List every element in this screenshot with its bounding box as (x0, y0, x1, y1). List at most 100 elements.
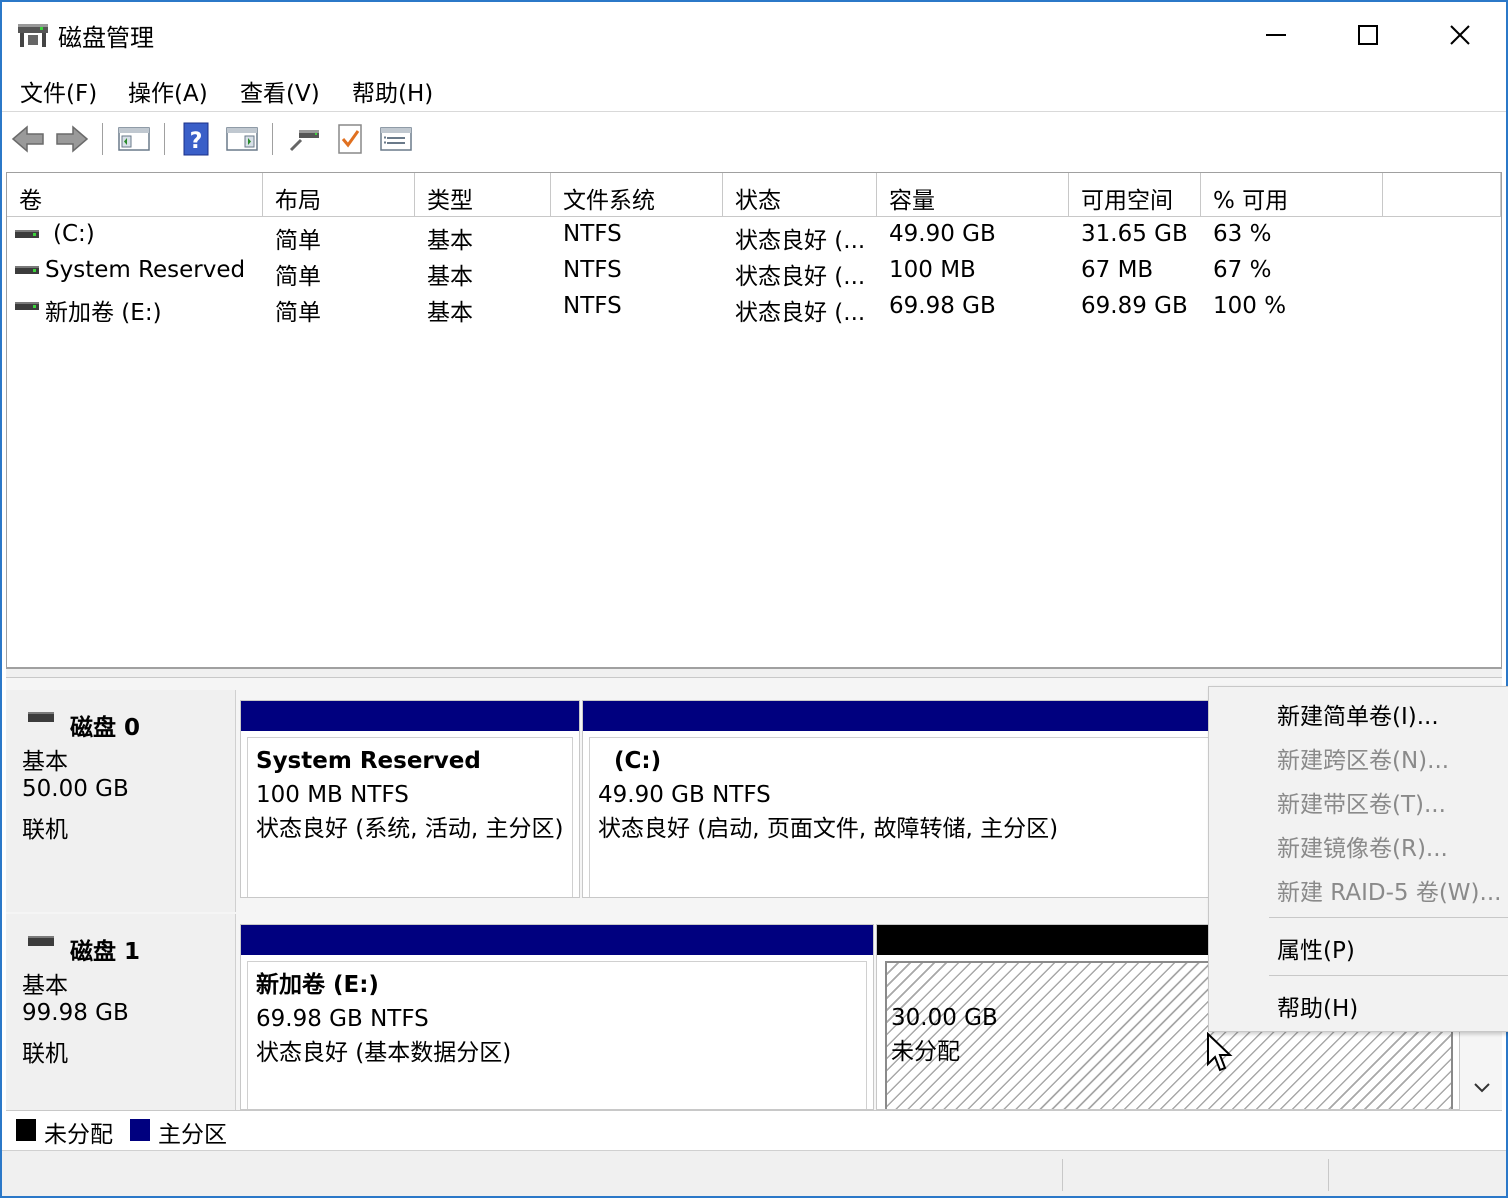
column-header-status[interactable]: 状态 (723, 173, 877, 217)
disk-title: 磁盘 0 (70, 715, 141, 741)
menu-item-new-striped-volume[interactable]: 新建带区卷(T)... (1277, 785, 1446, 819)
menu-item-new-simple-volume[interactable]: 新建简单卷(I)... (1277, 697, 1439, 731)
cell-percent-free: 100 % (1213, 293, 1287, 319)
cell-free-space: 31.65 GB (1081, 221, 1188, 247)
show-hide-console-tree-button[interactable] (114, 121, 154, 157)
cell-type: 基本 (427, 300, 473, 326)
partition-size-fs: 69.98 GB NTFS (256, 1006, 429, 1032)
menu-item-new-spanned-volume[interactable]: 新建跨区卷(N)... (1277, 741, 1449, 775)
partition-name: 新加卷 (E:) (256, 972, 379, 998)
forward-button[interactable] (52, 121, 92, 157)
toolbar-separator (164, 123, 165, 155)
table-row[interactable]: 新加卷 (E:) 简单 基本 NTFS 状态良好 (... 69.98 GB 6… (7, 289, 1501, 326)
cell-layout: 简单 (275, 300, 321, 326)
mouse-cursor-icon (1207, 1032, 1233, 1072)
column-header-layout[interactable]: 布局 (263, 173, 415, 217)
cell-status: 状态良好 (... (735, 264, 866, 290)
menu-help[interactable]: 帮助(H) (348, 74, 437, 108)
connect-virtual-disk-button[interactable] (284, 121, 324, 157)
legend-label-unallocated: 未分配 (44, 1122, 113, 1148)
table-row[interactable]: (C:) 简单 基本 NTFS 状态良好 (... 49.90 GB 31.65… (7, 217, 1501, 254)
disk-0-info[interactable]: 磁盘 0 基本 50.00 GB 联机 (6, 690, 236, 912)
column-header-empty (1383, 173, 1501, 217)
partition-details: 新加卷 (E:) 69.98 GB NTFS 状态良好 (基本数据分区) (247, 961, 867, 1109)
table-row[interactable]: System Reserved 简单 基本 NTFS 状态良好 (... 100… (7, 253, 1501, 290)
title-bar[interactable]: 磁盘管理 (2, 2, 1506, 68)
disk-status: 联机 (22, 1041, 68, 1067)
partition-status: 状态良好 (系统, 活动, 主分区) (256, 816, 564, 842)
maximize-icon (1358, 25, 1378, 45)
menu-file[interactable]: 文件(F) (16, 74, 101, 108)
volume-list[interactable]: 卷 布局 类型 文件系统 状态 容量 可用空间 % 可用 (C:) 简单 基本 … (6, 172, 1502, 668)
column-header-percent-free[interactable]: % 可用 (1201, 173, 1383, 217)
rescan-disks-button[interactable] (330, 121, 370, 157)
forward-arrow-icon (56, 125, 89, 153)
column-header-volume[interactable]: 卷 (7, 173, 263, 217)
minimize-icon (1266, 34, 1286, 36)
partition-e[interactable]: 新加卷 (E:) 69.98 GB NTFS 状态良好 (基本数据分区) (240, 924, 874, 1110)
disk-icon (28, 712, 54, 722)
disk-type: 基本 (22, 749, 68, 775)
close-button[interactable] (1414, 2, 1506, 68)
disk-management-window: 磁盘管理 文件(F) 操作(A) 查看(V) 帮助(H) ? 卷 布局 类型 文… (0, 0, 1508, 1198)
volume-icon (15, 266, 39, 274)
partition-color-bar (241, 701, 579, 731)
cell-percent-free: 67 % (1213, 257, 1272, 283)
maximize-button[interactable] (1322, 2, 1414, 68)
cell-layout: 简单 (275, 264, 321, 290)
legend-label-primary: 主分区 (158, 1122, 227, 1148)
disk-icon (28, 936, 54, 946)
volume-icon (15, 302, 39, 310)
menu-item-help[interactable]: 帮助(H) (1277, 989, 1358, 1023)
disk-size: 50.00 GB (22, 776, 129, 802)
cell-status: 状态良好 (... (735, 300, 866, 326)
cell-layout: 简单 (275, 228, 321, 254)
status-bar (2, 1150, 1506, 1196)
menu-action[interactable]: 操作(A) (124, 74, 212, 108)
column-header-free-space[interactable]: 可用空间 (1069, 173, 1201, 217)
legend-swatch-primary (130, 1119, 150, 1141)
show-hide-action-pane-button[interactable] (222, 121, 262, 157)
properties-icon (380, 127, 412, 151)
menu-item-new-raid5-volume[interactable]: 新建 RAID-5 卷(W)... (1277, 873, 1501, 907)
menu-separator (1269, 917, 1508, 918)
partition-name: System Reserved (256, 748, 481, 774)
partition-status: 未分配 (891, 1039, 960, 1065)
context-menu: 新建简单卷(I)... 新建跨区卷(N)... 新建带区卷(T)... 新建镜像… (1208, 686, 1508, 1032)
menu-item-properties[interactable]: 属性(P) (1277, 931, 1355, 965)
column-header-type[interactable]: 类型 (415, 173, 551, 217)
cell-status: 状态良好 (... (735, 228, 866, 254)
disk-1-info[interactable]: 磁盘 1 基本 99.98 GB 联机 (6, 914, 236, 1136)
disk-title: 磁盘 1 (70, 939, 141, 965)
partition-status: 状态良好 (基本数据分区) (256, 1040, 512, 1066)
connect-icon (289, 130, 319, 152)
menu-bar: 文件(F) 操作(A) 查看(V) 帮助(H) (2, 68, 1506, 112)
partition-system-reserved[interactable]: System Reserved 100 MB NTFS 状态良好 (系统, 活动… (240, 700, 580, 898)
help-button[interactable]: ? (176, 121, 216, 157)
menu-view[interactable]: 查看(V) (236, 74, 324, 108)
back-arrow-icon (11, 125, 44, 153)
cell-filesystem: NTFS (563, 221, 622, 247)
menu-separator (1269, 975, 1508, 976)
status-bar-separator (1062, 1159, 1063, 1191)
cell-capacity: 69.98 GB (889, 293, 996, 319)
cell-free-space: 69.89 GB (1081, 293, 1188, 319)
cell-type: 基本 (427, 264, 473, 290)
toolbar: ? (2, 113, 1506, 165)
minimize-button[interactable] (1230, 2, 1322, 68)
menu-item-new-mirrored-volume[interactable]: 新建镜像卷(R)... (1277, 829, 1448, 863)
column-header-filesystem[interactable]: 文件系统 (551, 173, 723, 217)
toolbar-separator (272, 123, 273, 155)
back-button[interactable] (8, 121, 48, 157)
cell-capacity: 100 MB (889, 257, 976, 283)
cell-filesystem: NTFS (563, 257, 622, 283)
disk-status: 联机 (22, 817, 68, 843)
column-header-capacity[interactable]: 容量 (877, 173, 1069, 217)
pane-splitter[interactable] (6, 668, 1502, 678)
partition-size-fs: 100 MB NTFS (256, 782, 409, 808)
scroll-down-button[interactable] (1468, 1074, 1496, 1102)
disk-type: 基本 (22, 973, 68, 999)
close-icon (1450, 25, 1470, 45)
properties-button[interactable] (376, 121, 416, 157)
toolbar-separator (102, 123, 103, 155)
